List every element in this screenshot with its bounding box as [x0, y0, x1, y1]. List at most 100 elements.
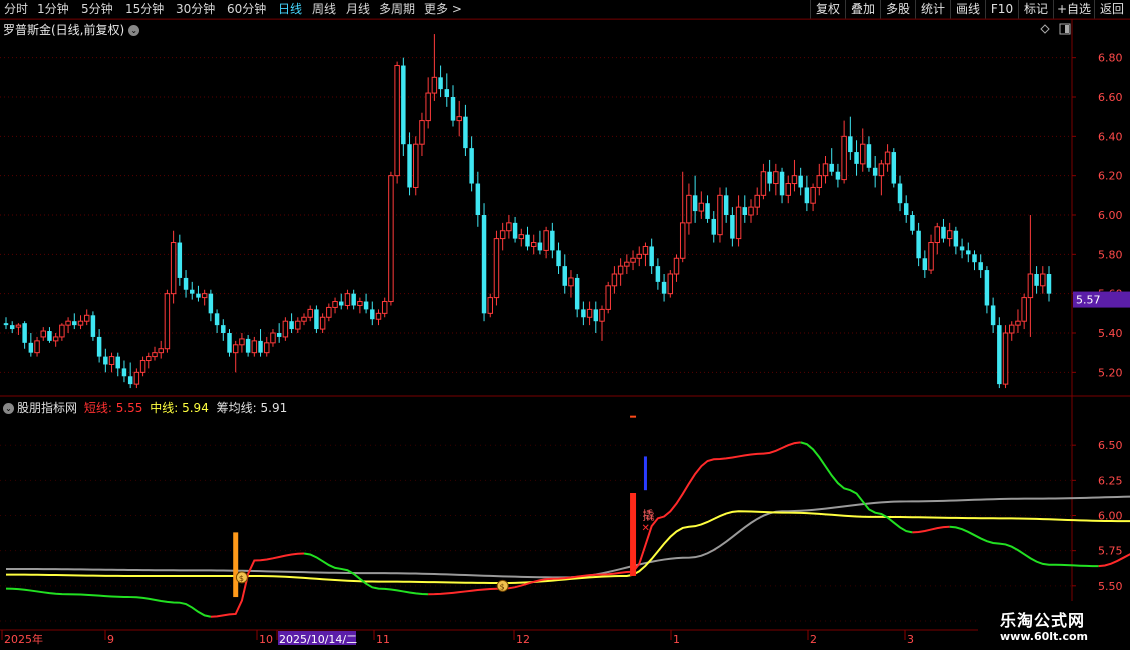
candle	[723, 187, 729, 223]
price-tick-label: 6.20	[1098, 170, 1123, 183]
candle-body	[512, 222, 518, 239]
candle-body	[550, 230, 555, 251]
candle	[83, 309, 90, 326]
candle	[158, 340, 164, 359]
time-tick-label: 2025/10/14/二	[279, 633, 357, 646]
candle-body	[28, 342, 34, 353]
kline-chart-area[interactable]: 6.806.606.406.206.005.805.605.405.205.57…	[0, 0, 1130, 650]
candle	[748, 199, 754, 223]
candle	[47, 327, 52, 343]
candle	[407, 132, 412, 196]
candle	[227, 329, 232, 357]
candle	[72, 313, 77, 330]
indicator-chip-line-label: 筹均线: 5.91	[216, 401, 288, 415]
candle	[388, 171, 394, 306]
candle-body	[1002, 332, 1009, 385]
candle	[282, 317, 289, 341]
candle	[941, 218, 946, 243]
candle	[717, 187, 723, 243]
candle	[22, 321, 27, 349]
candle-body	[419, 120, 425, 145]
candle	[922, 250, 928, 278]
site-logo: 乐淘公式网 www.60lt.com	[978, 601, 1130, 650]
candle	[214, 309, 220, 333]
candle-body	[9, 325, 15, 330]
candle-body	[121, 368, 127, 377]
candle-body	[922, 258, 928, 271]
candle-body	[108, 356, 115, 365]
candle	[170, 230, 177, 304]
candle	[413, 136, 419, 196]
candle	[767, 159, 772, 192]
candle	[164, 289, 171, 353]
candle	[469, 136, 474, 192]
candle-body	[146, 356, 152, 362]
candle-body	[133, 371, 140, 385]
candle	[655, 258, 661, 290]
candle	[3, 317, 9, 330]
candle-body	[791, 175, 798, 185]
candle	[537, 230, 543, 255]
candle	[221, 319, 226, 341]
indicator-collapse-icon[interactable]: ⌄	[3, 403, 14, 414]
candle	[891, 148, 897, 188]
candle-body	[326, 306, 332, 318]
candle-body	[717, 194, 723, 236]
candle	[884, 144, 891, 172]
candle	[314, 305, 319, 333]
candle	[232, 340, 239, 373]
candle	[525, 226, 530, 251]
candle	[872, 156, 878, 188]
candle-body	[208, 293, 214, 314]
candle	[599, 305, 605, 341]
candle	[326, 303, 332, 322]
candle	[190, 281, 195, 300]
candle-body	[916, 230, 921, 259]
candle-body	[934, 226, 940, 244]
candle	[239, 333, 245, 353]
candle	[375, 309, 382, 326]
time-tick-label: 12	[516, 633, 530, 646]
candle	[866, 136, 872, 172]
candle-body	[258, 340, 263, 353]
candle	[997, 317, 1002, 389]
candle-body	[351, 293, 356, 306]
candle	[481, 203, 487, 322]
candle	[1021, 293, 1027, 330]
candle-body	[754, 194, 760, 208]
candle-body	[239, 338, 245, 346]
candle-body	[605, 285, 611, 310]
candle-body	[530, 242, 537, 247]
logo-url: www.60lt.com	[1000, 630, 1089, 643]
cross-icon: ✕	[641, 523, 649, 534]
candle-body	[65, 320, 71, 326]
candle-body	[463, 116, 468, 149]
short-line-segment	[800, 441, 913, 534]
candle-body	[264, 342, 270, 354]
candle-body	[221, 325, 226, 333]
candle	[394, 61, 400, 184]
candle-body	[319, 316, 326, 330]
candle-body	[748, 206, 754, 216]
candle-body	[698, 202, 705, 212]
candle	[201, 289, 208, 306]
candle-body	[655, 266, 661, 282]
candle-body	[301, 316, 307, 322]
candle-body	[829, 163, 834, 172]
candle	[760, 163, 767, 200]
candle	[804, 175, 810, 212]
candle-body	[314, 309, 319, 330]
current-price-label: 5.57	[1076, 294, 1101, 307]
candle	[77, 315, 84, 330]
candle	[574, 274, 580, 318]
candle-body	[586, 308, 593, 318]
candle	[96, 329, 102, 363]
candle-body	[481, 215, 487, 314]
candle	[816, 163, 823, 196]
time-tick-label: 1	[673, 633, 680, 646]
candle-body	[878, 163, 885, 177]
time-tick-label: 3	[907, 633, 914, 646]
short-line-segment	[210, 552, 305, 618]
candle	[370, 301, 375, 326]
candle-body	[760, 171, 767, 196]
